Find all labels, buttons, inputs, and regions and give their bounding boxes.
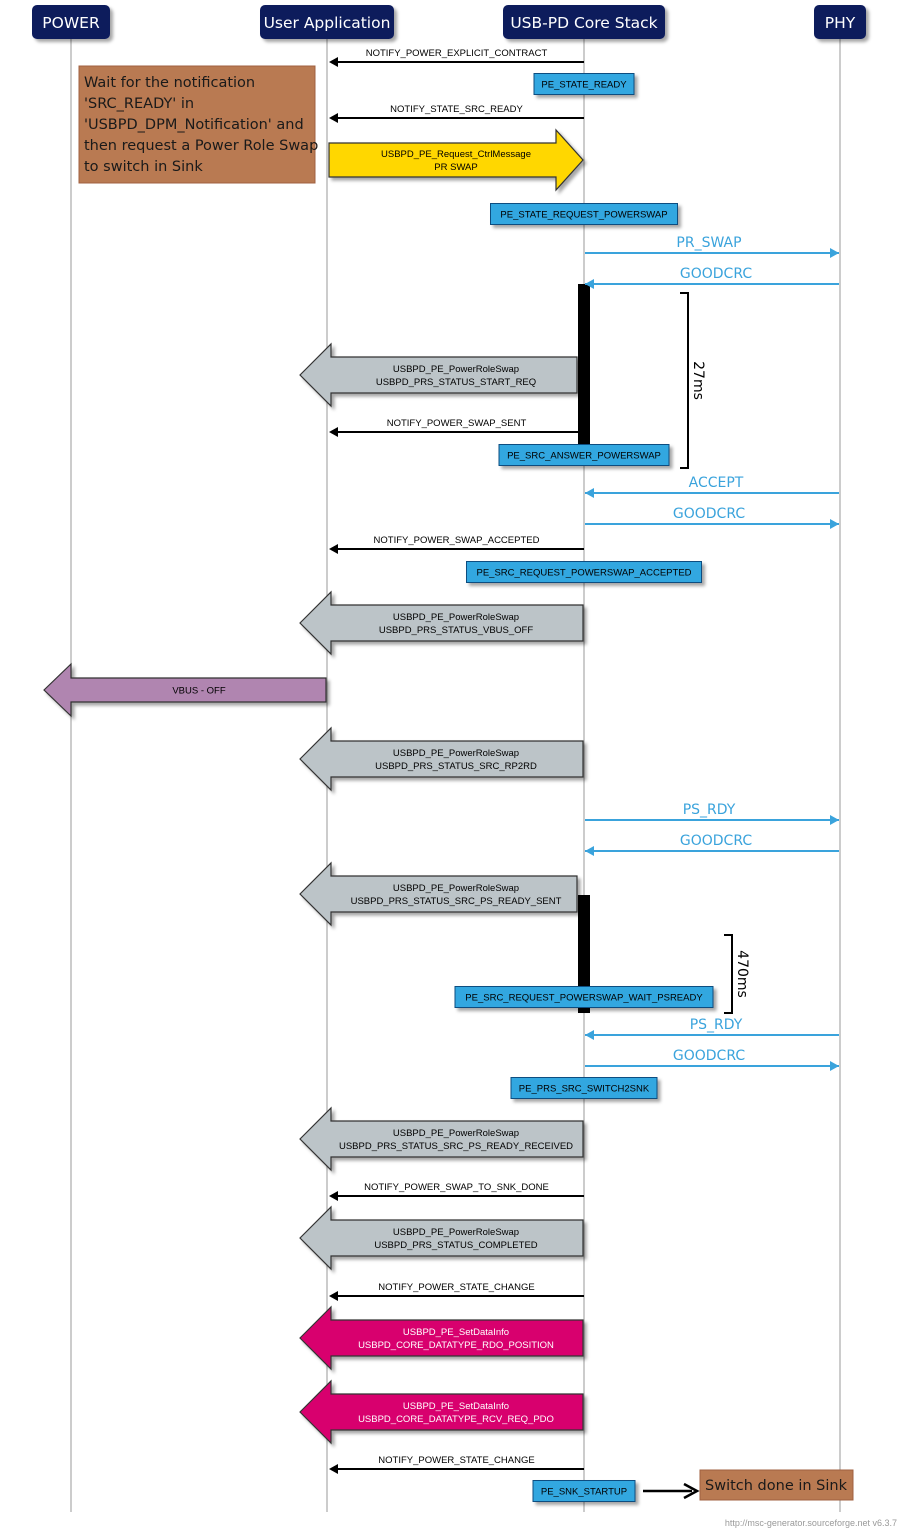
block-arrow-label: USBPD_PE_PowerRoleSwap	[393, 748, 519, 759]
entity-label-power: POWER	[42, 14, 100, 32]
phy-message-label: GOODCRC	[680, 833, 752, 849]
arrowhead	[585, 1030, 594, 1040]
block-arrow-label: USBPD_PE_PowerRoleSwap	[393, 1128, 519, 1139]
arrowhead	[329, 1191, 338, 1201]
arrowhead	[329, 427, 338, 437]
block-arrow-datainfo	[299, 1305, 584, 1371]
note-line: 'SRC_READY' in	[84, 96, 194, 112]
arrowhead	[830, 248, 839, 258]
block-arrow-label: USBPD_CORE_DATATYPE_RDO_POSITION	[358, 1340, 554, 1351]
block-arrow-status	[299, 342, 578, 408]
timer-label: 27ms	[690, 361, 706, 400]
timer-bracket	[680, 292, 689, 469]
block-arrow-label: USBPD_PRS_STATUS_SRC_PS_READY_SENT	[351, 896, 562, 907]
arrowhead	[329, 1464, 338, 1474]
arrowhead	[585, 488, 594, 498]
block-arrow-label: USBPD_PE_PowerRoleSwap	[393, 1227, 519, 1238]
phy-message-label: PR_SWAP	[676, 235, 741, 251]
arrowhead	[329, 1291, 338, 1301]
diagram-svg: POWER User Application USB-PD Core Stack PH…	[32, 5, 897, 1528]
block-arrow-status	[299, 1106, 584, 1172]
entity-label-app: User Application	[264, 14, 391, 32]
arrowhead	[329, 544, 338, 554]
message-label: NOTIFY_POWER_SWAP_SENT	[387, 418, 527, 429]
block-arrow-label: PR SWAP	[434, 162, 477, 173]
block-arrow-label: USBPD_PRS_STATUS_VBUS_OFF	[379, 625, 534, 636]
block-arrow-label: USBPD_PRS_STATUS_SRC_PS_READY_RECEIVED	[339, 1141, 573, 1152]
timer-bracket	[724, 934, 733, 1014]
message-label: NOTIFY_POWER_SWAP_TO_SNK_DONE	[364, 1182, 549, 1193]
block-arrow-status	[299, 1205, 584, 1271]
note-line: then request a Power Role Swap	[84, 138, 318, 154]
note-line: Wait for the notification	[84, 75, 255, 91]
message-label: NOTIFY_POWER_SWAP_ACCEPTED	[374, 535, 540, 546]
message-label: NOTIFY_POWER_STATE_CHANGE	[378, 1455, 534, 1466]
block-arrow-label: USBPD_PRS_STATUS_START_REQ	[376, 377, 536, 388]
block-arrow-label: USBPD_CORE_DATATYPE_RCV_REQ_PDO	[358, 1414, 554, 1425]
state-label: PE_STATE_REQUEST_POWERSWAP	[500, 210, 667, 221]
note-line: 'USBPD_DPM_Notification' and	[84, 117, 304, 133]
block-arrow-status	[299, 861, 578, 927]
block-arrow-label: USBPD_PE_SetDataInfo	[403, 1401, 509, 1412]
entity-label-phy: PHY	[825, 14, 856, 32]
note-bottom-label: Switch done in Sink	[705, 1478, 848, 1494]
arrowhead	[830, 815, 839, 825]
arrowhead	[329, 57, 338, 67]
block-arrow-status	[299, 590, 584, 656]
footer-credit: http://msc-generator.sourceforge.net v6.…	[725, 1518, 897, 1528]
phy-message-label: GOODCRC	[673, 1048, 745, 1064]
block-arrow-label: USBPD_PRS_STATUS_SRC_RP2RD	[375, 761, 537, 772]
entity-label-core: USB-PD Core Stack	[510, 14, 657, 32]
phy-message-label: ACCEPT	[689, 475, 744, 491]
message-label: NOTIFY_POWER_STATE_CHANGE	[378, 1282, 534, 1293]
timer-label: 470ms	[734, 950, 750, 998]
sequence-diagram: POWER User Application USB-PD Core Stack PH…	[0, 0, 900, 1531]
state-label: PE_PRS_SRC_SWITCH2SNK	[519, 1084, 650, 1095]
block-arrow-datainfo	[299, 1379, 584, 1445]
message-label: NOTIFY_STATE_SRC_READY	[390, 104, 523, 115]
state-label: PE_SNK_STARTUP	[541, 1487, 627, 1498]
block-arrow-request	[328, 128, 584, 192]
phy-message-label: PS_RDY	[683, 802, 736, 818]
block-arrow-label: VBUS - OFF	[172, 686, 226, 697]
state-label: PE_STATE_READY	[541, 80, 627, 91]
note-line: to switch in Sink	[84, 159, 203, 175]
phy-message-label: GOODCRC	[673, 506, 745, 522]
block-arrow-label: USBPD_PRS_STATUS_COMPLETED	[374, 1240, 537, 1251]
block-arrow-label: USBPD_PE_SetDataInfo	[403, 1327, 509, 1338]
arrowhead	[830, 519, 839, 529]
arrowhead	[329, 113, 338, 123]
phy-message-label: PS_RDY	[690, 1017, 743, 1033]
block-arrow-label: USBPD_PE_Request_CtrlMessage	[381, 149, 531, 160]
state-label: PE_SRC_REQUEST_POWERSWAP_ACCEPTED	[476, 568, 691, 579]
phy-message-label: GOODCRC	[680, 266, 752, 282]
state-label: PE_SRC_ANSWER_POWERSWAP	[507, 451, 661, 462]
block-arrow-status	[299, 726, 584, 792]
arrowhead	[830, 1061, 839, 1071]
arrowhead	[585, 846, 594, 856]
block-arrow-label: USBPD_PE_PowerRoleSwap	[393, 364, 519, 375]
activation-bar	[578, 284, 590, 461]
block-arrow-label: USBPD_PE_PowerRoleSwap	[393, 612, 519, 623]
state-label: PE_SRC_REQUEST_POWERSWAP_WAIT_PSREADY	[465, 993, 703, 1004]
block-arrow-label: USBPD_PE_PowerRoleSwap	[393, 883, 519, 894]
message-label: NOTIFY_POWER_EXPLICIT_CONTRACT	[366, 48, 548, 59]
